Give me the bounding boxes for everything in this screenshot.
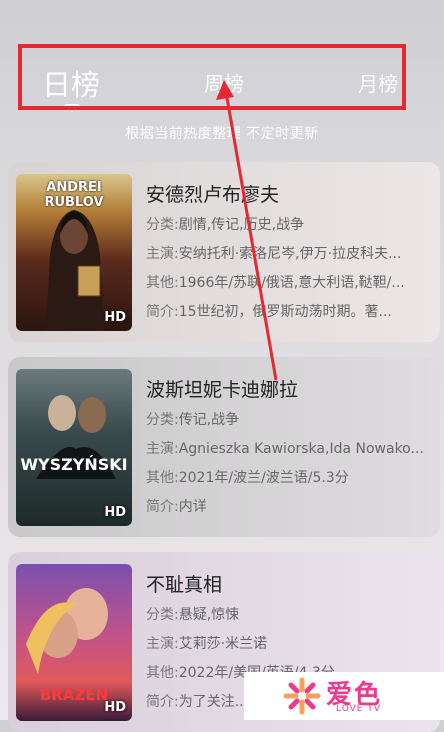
annotation-arrow-icon bbox=[216, 80, 278, 381]
watermark-subtitle: LOVE TV bbox=[336, 704, 381, 714]
watermark-logo: 爱色 LOVE TV bbox=[244, 672, 444, 720]
flower-logo-icon bbox=[283, 677, 321, 715]
